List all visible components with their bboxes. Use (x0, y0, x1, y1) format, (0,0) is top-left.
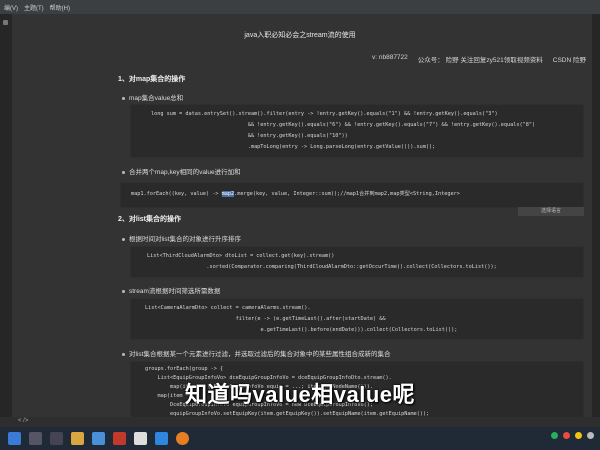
search-icon[interactable] (29, 432, 42, 445)
left-gutter (0, 14, 12, 427)
code-block-map-sum[interactable]: long sum = datas.entrySet().stream().fil… (130, 104, 584, 158)
code-line: filter(e -> (e.getTimeLast().after(start… (145, 316, 386, 322)
code-line: e.getTimeLast().before(endDate))).collec… (145, 327, 458, 333)
status-bar: < /> (0, 417, 600, 427)
subheading-text: 合并两个map,key相同的value进行加和 (129, 169, 241, 176)
code-segment: .merge(key, value, Integer::sum));//map1… (234, 191, 460, 197)
calendar-icon[interactable] (92, 432, 105, 445)
language-select-button[interactable]: 选择语言 (518, 207, 584, 216)
start-icon[interactable] (8, 432, 21, 445)
code-line: .mapToLong(entry -> Long.parseLong(entry… (151, 144, 436, 150)
code-lines: List<CameraAlarmDto> collect = cameraAla… (131, 299, 583, 336)
bullet-icon (122, 170, 125, 174)
video-subtitle: 知道吗value相value呢 (184, 382, 415, 407)
menu-theme[interactable]: 主题(T) (24, 3, 44, 12)
bullet-icon (122, 289, 125, 293)
firefox-icon[interactable] (176, 432, 189, 445)
csdn-text: CSDN 险野 (552, 57, 586, 64)
wechat-text: 公众号： 险野 关注回复zy521领取视频资料 (417, 57, 543, 64)
menu-edit[interactable]: 编(V) (4, 3, 18, 12)
store-icon[interactable] (113, 432, 126, 445)
code-lines: List<ThirdCloudAlarmDto> dtoList = colle… (131, 247, 583, 273)
bullet-icon (122, 237, 125, 241)
task-view-icon[interactable] (50, 432, 63, 445)
network-icon[interactable] (551, 432, 558, 439)
subheading-list-sort: 根据时间对list集合的对象进行升序排序 (122, 233, 241, 243)
article-meta: v: nb887722 公众号： 险野 关注回复zy521领取视频资料 CSDN… (372, 54, 586, 64)
code-line: && !entry.getKey().equals("10")) (151, 133, 348, 139)
scrollbar[interactable] (592, 14, 600, 427)
volume-icon[interactable] (587, 432, 594, 439)
subheading-map-merge: 合并两个map,key相同的value进行加和 (122, 166, 241, 176)
subheading-text: map集合value总和 (129, 95, 184, 102)
code-line: && !entry.getKey().equals("6") && !entry… (151, 122, 536, 128)
code-line: groups.forEach(group -> { (145, 366, 224, 372)
subheading-text: 对list集合根据某一个元素进行过滤，并选取过滤后的集合对象中的某些属性组合成新… (129, 351, 391, 358)
taskbar (0, 427, 600, 450)
code-line: long sum = datas.entrySet().stream().fil… (151, 111, 498, 117)
section-heading-list: 2、对list集合的操作 (118, 216, 182, 223)
bullet-icon (122, 352, 125, 356)
notification-icon[interactable] (575, 432, 582, 439)
typora-icon[interactable] (134, 432, 147, 445)
article-title: java入职必知必会之stream流的使用 (244, 32, 356, 39)
code-segment: map1.forEach((key, value) -> (131, 191, 222, 197)
subheading-text: stream流根据时间筛选所需数据 (129, 288, 221, 295)
subheading-list-map: 对list集合根据某一个元素进行过滤，并选取过滤后的集合对象中的某些属性组合成新… (122, 348, 390, 358)
file-explorer-icon[interactable] (71, 432, 84, 445)
sidebar-toggle-icon[interactable] (3, 20, 8, 25)
selected-text[interactable]: map2 (221, 191, 235, 197)
edge-icon[interactable] (155, 432, 168, 445)
menu-help[interactable]: 帮助(H) (50, 3, 70, 12)
section-heading-map: 1、对map集合的操作 (118, 76, 186, 83)
menu-bar: 编(V) 主题(T) 帮助(H) (0, 0, 600, 14)
code-block-list-filter[interactable]: List<CameraAlarmDto> collect = cameraAla… (130, 298, 584, 340)
subheading-list-filter: stream流根据时间筛选所需数据 (122, 285, 220, 295)
code-lines: map1.forEach((key, value) -> map2.merge(… (121, 183, 583, 200)
app-tray-icon[interactable] (563, 432, 570, 439)
code-block-list-sort[interactable]: List<ThirdCloudAlarmDto> dtoList = colle… (130, 246, 584, 278)
code-line: List<CameraAlarmDto> collect = cameraAla… (145, 305, 311, 311)
code-lines: long sum = datas.entrySet().stream().fil… (131, 105, 583, 153)
code-block-map-merge[interactable]: map1.forEach((key, value) -> map2.merge(… (120, 182, 584, 208)
code-line: .sorted(Comparator.comparing(ThirdCloudA… (147, 264, 497, 270)
subheading-map-sum: map集合value总和 (122, 92, 183, 102)
bullet-icon (122, 96, 125, 100)
system-tray (551, 432, 594, 439)
subheading-text: 根据时间对list集合的对象进行升序排序 (129, 236, 241, 243)
version-text: v: nb887722 (372, 54, 408, 61)
source-toggle-button[interactable]: < /> (18, 418, 28, 424)
code-line: List<ThirdCloudAlarmDto> dtoList = colle… (147, 253, 335, 259)
